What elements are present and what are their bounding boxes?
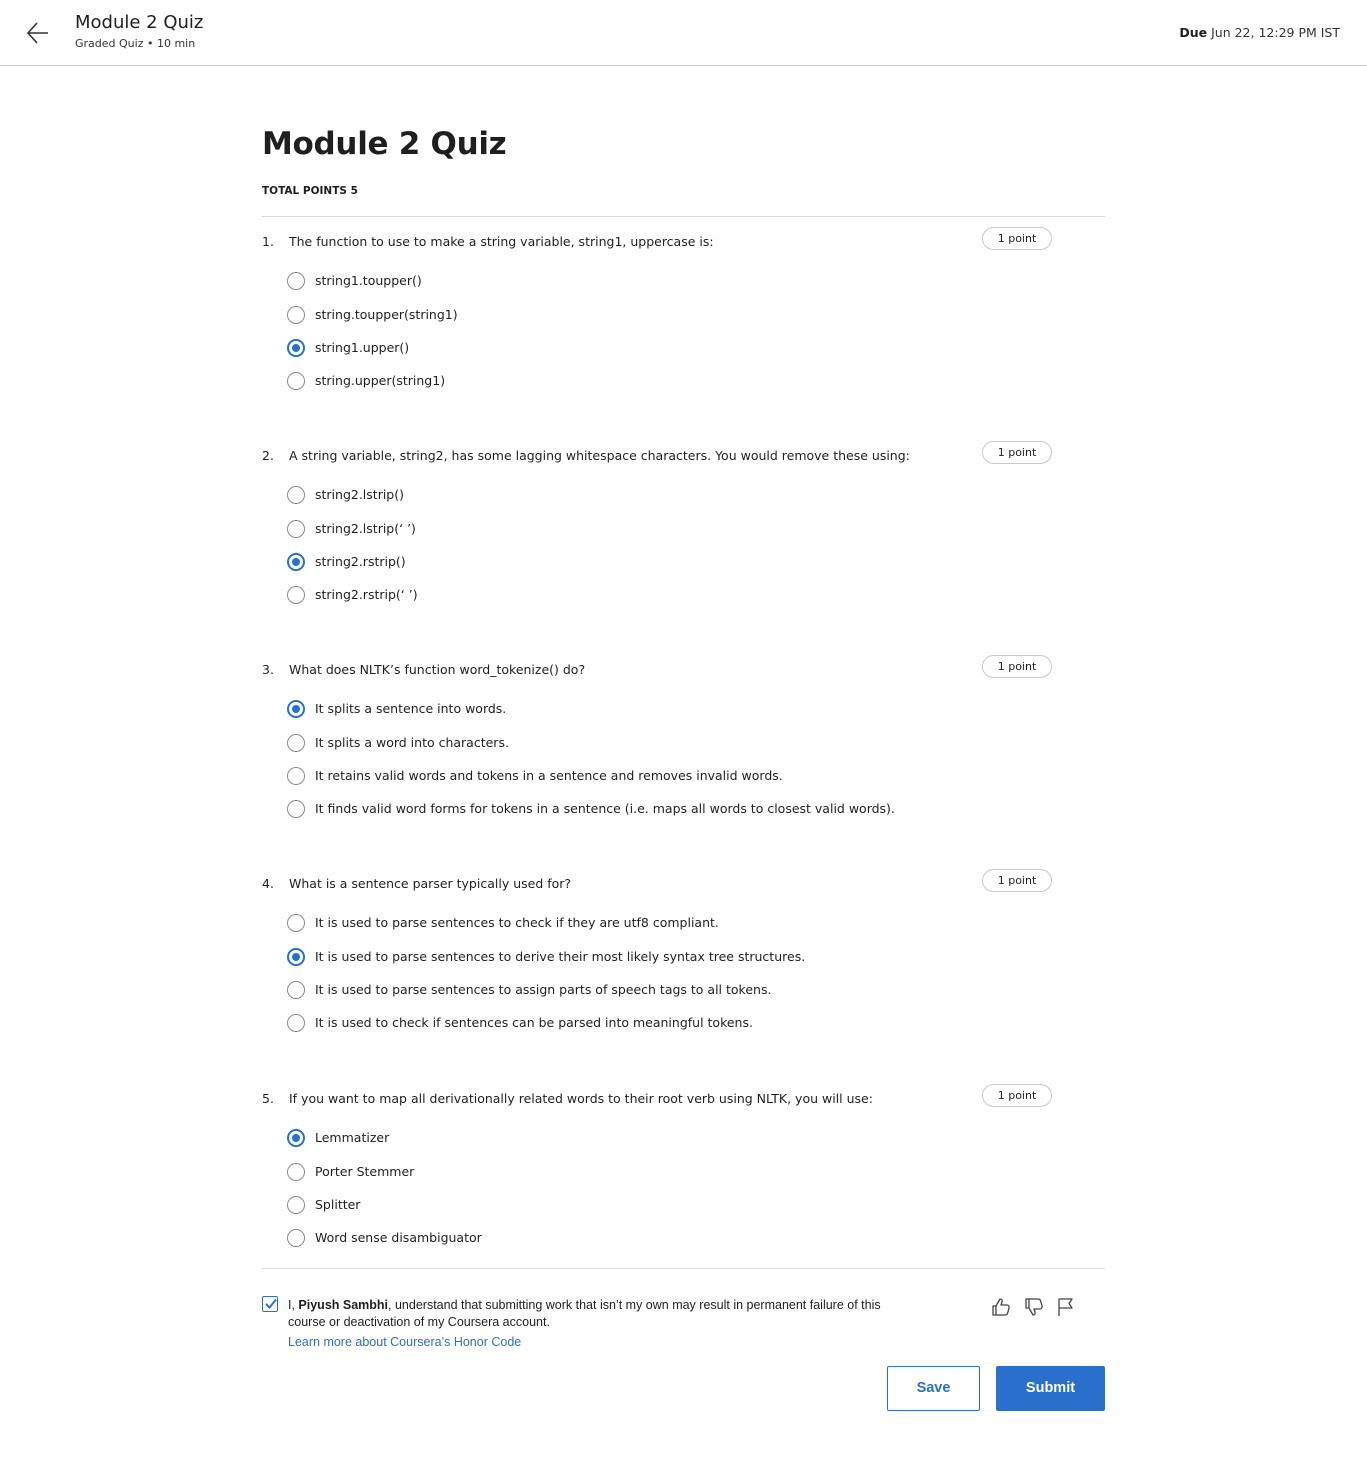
flag-icon[interactable] [1055, 1296, 1077, 1318]
learner-name: Piyush Sambhi [298, 1298, 389, 1312]
radio-button[interactable] [287, 914, 305, 932]
point-badge: 1 point [982, 441, 1052, 464]
point-badge: 1 point [982, 227, 1052, 250]
point-badge: 1 point [982, 655, 1052, 678]
question-text: A string variable, string2, has some lag… [289, 448, 910, 463]
question-number: 5. [262, 1091, 274, 1106]
radio-button-selected[interactable] [287, 553, 305, 571]
header-title: Module 2 Quiz [75, 12, 204, 33]
question-number: 1. [262, 234, 274, 249]
due-value: Jun 22, 12:29 PM IST [1211, 25, 1340, 40]
thumbs-down-icon[interactable] [1023, 1296, 1045, 1318]
radio-button[interactable] [287, 306, 305, 324]
option-label: It is used to parse sentences to check i… [315, 915, 719, 930]
option-label: It is used to check if sentences can be … [315, 1015, 753, 1030]
question-text: What is a sentence parser typically used… [289, 876, 572, 891]
radio-button[interactable] [287, 372, 305, 390]
radio-button[interactable] [287, 1229, 305, 1247]
option-label: Splitter [315, 1197, 361, 1212]
due-date: Due Jun 22, 12:29 PM IST [1179, 25, 1340, 40]
radio-button-selected[interactable] [287, 948, 305, 966]
option-label: string1.upper() [315, 340, 410, 355]
question-text: What does NLTK’s function word_tokenize(… [289, 662, 586, 677]
option-label: string2.lstrip() [315, 487, 404, 502]
radio-button[interactable] [287, 1014, 305, 1032]
option-label: It is used to parse sentences to derive … [315, 949, 806, 964]
option-label: Word sense disambiguator [315, 1230, 482, 1245]
option-label: string.toupper(string1) [315, 307, 458, 322]
honor-code-statement: I, Piyush Sambhi, understand that submit… [288, 1297, 898, 1331]
option-label: Lemmatizer [315, 1130, 390, 1145]
honor-code-link[interactable]: Learn more about Coursera’s Honor Code [288, 1335, 521, 1349]
question-number: 3. [262, 662, 274, 677]
radio-button[interactable] [287, 272, 305, 290]
option-label: It finds valid word forms for tokens in … [315, 801, 895, 816]
honor-prefix: I, [288, 1298, 299, 1312]
radio-button[interactable] [287, 1196, 305, 1214]
option-label: It splits a sentence into words. [315, 701, 507, 716]
option-label: string2.rstrip(‘ ’) [315, 587, 418, 602]
radio-button[interactable] [287, 486, 305, 504]
point-badge: 1 point [982, 1084, 1052, 1107]
honor-code-checkbox[interactable] [262, 1296, 278, 1312]
radio-button[interactable] [287, 800, 305, 818]
option-label: It splits a word into characters. [315, 735, 509, 750]
question-text: The function to use to make a string var… [289, 234, 714, 249]
question-number: 2. [262, 448, 274, 463]
question-text: If you want to map all derivationally re… [289, 1091, 873, 1106]
total-points: TOTAL POINTS 5 [262, 185, 358, 197]
question-number: 4. [262, 876, 274, 891]
due-label: Due [1179, 25, 1208, 40]
radio-button-selected[interactable] [287, 1129, 305, 1147]
divider [262, 216, 1105, 217]
header-subtitle: Graded Quiz • 10 min [75, 37, 196, 50]
page-title: Module 2 Quiz [262, 126, 507, 162]
option-label: It retains valid words and tokens in a s… [315, 768, 783, 783]
save-button[interactable]: Save [887, 1366, 980, 1411]
radio-button-selected[interactable] [287, 700, 305, 718]
top-bar: Module 2 Quiz Graded Quiz • 10 min Due J… [0, 0, 1367, 66]
submit-button[interactable]: Submit [996, 1366, 1105, 1411]
radio-button[interactable] [287, 520, 305, 538]
radio-button[interactable] [287, 586, 305, 604]
option-label: string1.toupper() [315, 273, 422, 288]
point-badge: 1 point [982, 869, 1052, 892]
radio-button-selected[interactable] [287, 339, 305, 357]
radio-button[interactable] [287, 981, 305, 999]
option-label: Porter Stemmer [315, 1164, 415, 1179]
radio-button[interactable] [287, 734, 305, 752]
option-label: string2.lstrip(‘ ’) [315, 521, 416, 536]
divider [262, 1268, 1105, 1269]
thumbs-up-icon[interactable] [990, 1296, 1012, 1318]
back-arrow-icon[interactable] [22, 18, 52, 48]
option-label: string.upper(string1) [315, 373, 446, 388]
radio-button[interactable] [287, 1163, 305, 1181]
option-label: It is used to parse sentences to assign … [315, 982, 772, 997]
radio-button[interactable] [287, 767, 305, 785]
option-label: string2.rstrip() [315, 554, 406, 569]
